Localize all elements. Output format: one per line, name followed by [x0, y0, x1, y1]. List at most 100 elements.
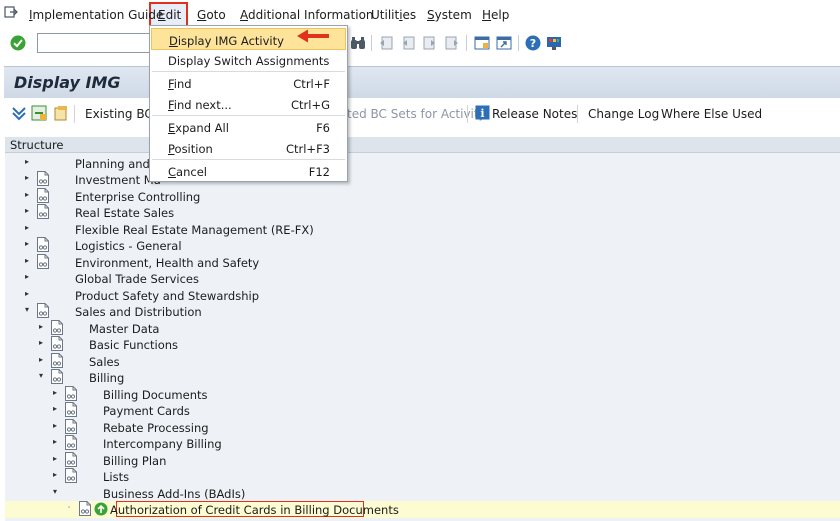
expand-arrow-icon[interactable]: ▸ [23, 207, 31, 215]
tree-node[interactable]: ▸ Environment, Health and Safety [5, 253, 840, 271]
img-document-icon[interactable] [51, 319, 63, 335]
release-notes-button[interactable]: Release Notes [492, 107, 577, 121]
expand-arrow-icon[interactable]: ▸ [23, 223, 31, 232]
tree-node[interactable]: ▸ Planning and C [5, 155, 840, 172]
customize-layout-icon[interactable] [546, 35, 562, 51]
collapse-arrow-icon[interactable]: ▾ [37, 372, 45, 380]
expand-arrow-icon[interactable]: ▸ [23, 289, 31, 298]
expand-arrow-icon[interactable]: ▸ [23, 190, 31, 199]
collapse-arrow-icon[interactable]: ▾ [23, 306, 31, 314]
tree-node[interactable]: ▸ Rebate Processing [5, 418, 840, 436]
tree-node[interactable]: ▸ Master Data [5, 319, 840, 337]
tree-node[interactable]: ▸ Investment Ma [5, 171, 840, 188]
tree-node[interactable]: ▾ Sales and Distribution [5, 303, 840, 320]
tree-node-label: Billing Plan [103, 453, 167, 468]
info-icon[interactable]: i [475, 105, 491, 121]
tree-node-label: Flexible Real Estate Management (RE-FX) [75, 222, 314, 237]
tree-node[interactable]: ▸ Logistics - General [5, 237, 840, 254]
expand-arrow-icon[interactable]: ▸ [37, 322, 45, 331]
tree-node[interactable]: ▸ Intercompany Billing [5, 435, 840, 452]
documentation-icon[interactable] [53, 105, 69, 121]
bc-sets-for-activity-button[interactable]: ted BC Sets for Activity [347, 107, 486, 121]
menu-additional-information[interactable]: Additional Information [240, 8, 374, 22]
img-document-icon[interactable] [65, 402, 77, 417]
create-session-icon[interactable] [474, 35, 490, 51]
shortcut-icon[interactable] [496, 35, 512, 51]
menu-goto[interactable]: Goto [197, 8, 226, 22]
img-document-icon[interactable] [37, 303, 49, 318]
tree-node[interactable]: ▾ Business Add-Ins (BAdIs) [5, 485, 840, 502]
help-icon[interactable]: ? [525, 35, 541, 51]
menu-implementation-guide[interactable]: Implementation Guide [29, 8, 163, 22]
menu-item-cancel[interactable]: Cancel F12 [151, 160, 346, 182]
enter-checkmark-icon[interactable] [10, 35, 26, 51]
where-else-used-button[interactable]: Where Else Used [661, 107, 762, 121]
expand-arrow-icon[interactable]: ▸ [23, 157, 31, 166]
expand-arrow-icon[interactable]: ▸ [37, 355, 45, 364]
menu-item-position[interactable]: Position Ctrl+F3 [151, 137, 346, 159]
tree-node[interactable]: ▸ Product Safety and Stewardship [5, 287, 840, 304]
command-field[interactable] [37, 33, 153, 53]
execute-activity-icon[interactable] [94, 502, 108, 517]
img-document-icon[interactable] [37, 204, 49, 219]
tree-node[interactable]: ▸ Payment Cards [5, 402, 840, 419]
expand-arrow-icon[interactable]: ▸ [23, 273, 31, 281]
expand-subtree-icon[interactable] [11, 105, 27, 121]
expand-arrow-icon[interactable]: ▸ [51, 454, 59, 463]
change-log-button[interactable]: Change Log [588, 107, 659, 121]
expand-arrow-icon[interactable]: ▸ [51, 438, 59, 446]
last-page-icon[interactable] [444, 35, 460, 51]
next-page-icon[interactable] [422, 35, 438, 51]
img-document-icon[interactable] [65, 451, 77, 467]
tree-node-label: Payment Cards [103, 404, 190, 418]
menu-help[interactable]: Help [482, 8, 509, 22]
img-document-icon[interactable] [37, 171, 49, 186]
tree-node[interactable]: ▸ Flexible Real Estate Management (RE-FX) [5, 221, 840, 238]
expand-arrow-icon[interactable]: ▸ [51, 388, 59, 397]
expand-arrow-icon[interactable]: ▸ [51, 421, 59, 430]
menu-item-find-next[interactable]: Find next... Ctrl+G [151, 93, 346, 115]
expand-arrow-icon[interactable]: ▸ [51, 471, 59, 479]
tree-node[interactable]: ▸ Billing Documents [5, 385, 840, 403]
collapse-arrow-icon[interactable]: ▾ [51, 487, 59, 496]
tree-node[interactable]: · Authorization of Credit Cards in Billin… [5, 501, 840, 518]
img-document-icon[interactable] [51, 336, 63, 351]
menu-utilities[interactable]: Utilities [371, 8, 416, 22]
tree-node[interactable]: ▸ Billing Plan [5, 451, 840, 469]
img-document-icon[interactable] [37, 237, 49, 252]
tree-node[interactable]: ▸ Real Estate Sales [5, 204, 840, 221]
expand-arrow-icon[interactable]: ▸ [37, 339, 45, 347]
img-document-icon[interactable] [51, 369, 63, 384]
img-document-icon[interactable] [79, 501, 91, 516]
previous-page-icon[interactable] [400, 35, 416, 51]
expand-arrow-icon[interactable]: ▸ [23, 256, 31, 265]
menu-system[interactable]: System [427, 8, 472, 22]
tree-node[interactable]: ▸ Global Trade Services [5, 270, 840, 287]
expand-arrow-icon[interactable]: ▸ [23, 174, 31, 182]
img-document-icon[interactable] [65, 385, 77, 401]
img-document-icon[interactable] [51, 352, 63, 368]
expand-arrow-icon[interactable]: ▸ [51, 405, 59, 413]
first-page-icon[interactable] [378, 35, 394, 51]
menu-item-find[interactable]: Find Ctrl+F [151, 72, 346, 94]
img-document-icon[interactable] [65, 418, 77, 434]
tree-node[interactable]: ▸ Basic Functions [5, 336, 840, 353]
tree-node[interactable]: ▸ Lists [5, 468, 840, 485]
menu-edit[interactable]: Edit [158, 8, 181, 22]
exit-icon[interactable] [4, 5, 18, 19]
app-toolbar-separator [74, 105, 75, 123]
expand-arrow-icon[interactable]: ▸ [23, 240, 31, 248]
img-document-icon[interactable] [65, 468, 77, 483]
img-document-icon[interactable] [37, 253, 49, 269]
menu-item-expand-all[interactable]: Expand All F6 [151, 116, 346, 138]
binoculars-find-icon[interactable] [350, 35, 366, 51]
menu-item-display-switch-assignments[interactable]: Display Switch Assignments [151, 49, 346, 71]
tree-node[interactable]: ▸ Sales [5, 352, 840, 370]
tree-node-label: Lists [103, 470, 130, 484]
tree-node-label: Global Trade Services [75, 272, 199, 286]
img-document-icon[interactable] [65, 435, 77, 450]
tree-node[interactable]: ▾ Billing [5, 369, 840, 386]
collapse-subtree-icon[interactable] [31, 105, 47, 121]
img-document-icon[interactable] [37, 187, 49, 203]
tree-node[interactable]: ▸ Enterprise Controlling [5, 187, 840, 205]
